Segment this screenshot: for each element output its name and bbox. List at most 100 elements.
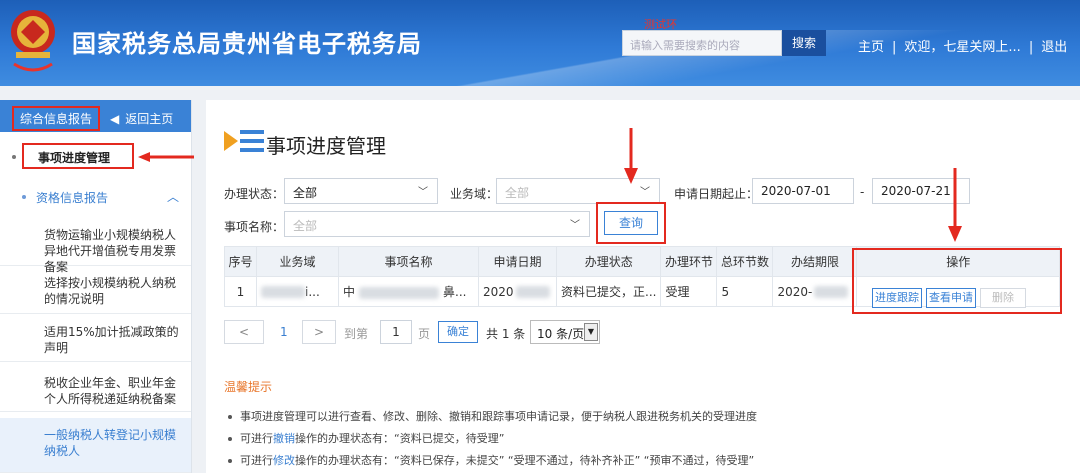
current-page-number[interactable]: 1 [280, 325, 288, 339]
chevron-up-icon: ︿ [166, 190, 179, 204]
item-name-select-value: 全部 [293, 219, 318, 233]
chevron-down-icon: ﹀ [570, 220, 580, 231]
tip-text: 事项进度管理可以进行查看、修改、删除、撤销和跟踪事项申请记录，便于纳税人跟进税务… [240, 410, 757, 423]
sidebar-item-annuity-deferral[interactable]: 税收企业年金、职业年金个人所得税递延纳税备案 [0, 368, 191, 412]
top-header: 国家税务总局贵州省电子税务局 测试环 请输入需要搜索的内容 搜索 主页 | 欢迎，七… [0, 0, 1080, 86]
redacted-text [814, 286, 849, 298]
chevron-down-icon: ﹀ [640, 187, 650, 198]
cell-name-tail: 鼻... [443, 285, 467, 299]
confirm-page-button[interactable]: 确定 [438, 321, 478, 343]
annotation-arrow-left-icon [138, 152, 194, 162]
tip-line: 可进行修改操作的办理状态有：“资料已保存，未提交” “受理不通过，待补齐补正” … [228, 452, 754, 468]
item-name-select[interactable]: 全部 ﹀ [284, 211, 590, 237]
status-select-value: 全部 [293, 186, 318, 200]
bullet-icon [228, 415, 232, 419]
tip-line: 可进行撤销操作的办理状态有：“资料已提交，待受理” [228, 430, 504, 446]
bullet-icon [22, 195, 26, 199]
sidebar-group-qualification[interactable]: 资格信息报告 ︿ [0, 184, 191, 208]
chevron-down-icon: ▼ [584, 323, 598, 341]
sidebar-item-small-scale-note[interactable]: 选择按小规模纳税人纳税的情况说明 [0, 270, 191, 314]
page-size-select[interactable]: 10 条/页 ▼ [530, 320, 600, 344]
goto-label: 到第 [344, 327, 369, 341]
query-highlight-box: 查询 [596, 202, 666, 244]
track-progress-button[interactable]: 进度跟踪 [872, 288, 922, 308]
col-header-step: 办理环节 [660, 246, 718, 277]
site-title: 国家税务总局贵州省电子税务局 [72, 30, 422, 58]
sidebar: 综合信息报告 ◀ 返回主页 事项进度管理 资格信息报告 ︿ 货物运输业小规模纳税人… [0, 100, 194, 473]
query-button[interactable]: 查询 [604, 211, 658, 235]
domain-select-value: 全部 [505, 186, 530, 200]
col-header-deadline: 办结期限 [772, 246, 858, 277]
tip-text-suffix: 操作的办理状态有：“资料已提交，待受理” [295, 432, 505, 445]
tab-back-home[interactable]: ◀ 返回主页 [110, 110, 173, 127]
delete-button[interactable]: 删除 [980, 288, 1026, 308]
nav-logout-link[interactable]: 退出 [1041, 40, 1067, 55]
redacted-text [515, 286, 550, 298]
sidebar-item-progress-management[interactable]: 事项进度管理 [12, 143, 134, 169]
page-title: 事项进度管理 [266, 134, 386, 158]
tab-back-home-label: 返回主页 [125, 112, 174, 126]
next-page-button[interactable]: > [302, 320, 336, 344]
nav-home-link[interactable]: 主页 [858, 40, 884, 55]
sidebar-item-15-percent-declaration[interactable]: 适用15%加计抵减政策的声明 [0, 318, 191, 362]
tip-text-prefix: 可进行 [240, 454, 273, 467]
search-input[interactable]: 请输入需要搜索的内容 [622, 30, 782, 56]
nav-divider: | [892, 40, 897, 55]
date-range-label: 申请日期起止： [674, 187, 759, 201]
col-header-domain: 业务域 [256, 246, 339, 277]
sidebar-item-label: 事项进度管理 [38, 151, 111, 165]
page-number-input[interactable]: 1 [380, 320, 412, 344]
cell-name: 中 鼻... [338, 276, 479, 307]
col-header-status: 办理状态 [555, 246, 662, 277]
date-separator: - [860, 185, 865, 199]
item-name-label: 事项名称： [224, 220, 285, 234]
page-size-value: 10 条/页 [537, 327, 585, 341]
cell-name-head: 中 [343, 285, 356, 299]
bullet-icon [12, 155, 16, 159]
cell-domain: i... [256, 276, 339, 307]
domain-filter-label: 业务域： [450, 187, 499, 201]
col-header-date: 申请日期 [478, 246, 557, 277]
top-nav: 主页 | 欢迎，七星关网上... | 退出 [858, 36, 1067, 55]
col-header-index: 序号 [224, 246, 257, 277]
sidebar-item-general-to-small[interactable]: 一般纳税人转登记小规模纳税人 [0, 418, 191, 473]
back-arrow-icon: ◀ [110, 112, 120, 126]
tip-text-prefix: 可进行 [240, 432, 273, 445]
chevron-down-icon: ﹀ [418, 187, 428, 198]
date-from-input[interactable]: 2020-07-01 [752, 178, 854, 204]
cell-step: 受理 [660, 276, 718, 307]
tip-text-suffix: 操作的办理状态有：“资料已保存，未提交” “受理不通过，待补齐补正” “预审不通… [295, 454, 755, 467]
tab-comprehensive-report[interactable]: 综合信息报告 [12, 106, 101, 131]
main-panel: 事项进度管理 办理状态： 全部 ﹀ 业务域： 全部 ﹀ 申请日期起止： 2020… [206, 100, 1080, 473]
bullet-icon [228, 459, 232, 463]
cell-date-head: 2020 [483, 284, 514, 299]
annotation-arrow-down-icon [948, 168, 962, 242]
status-select[interactable]: 全部 ﹀ [284, 178, 438, 204]
cell-total-steps: 5 [716, 276, 774, 307]
cell-date: 2020 [478, 276, 557, 307]
tip-revoke-link[interactable]: 撤销 [273, 432, 295, 445]
tip-modify-link[interactable]: 修改 [273, 454, 295, 467]
view-application-button[interactable]: 查看申请 [926, 288, 976, 308]
search-button[interactable]: 搜索 [782, 30, 826, 56]
sidebar-tabs: 综合信息报告 ◀ 返回主页 [0, 100, 191, 132]
sidebar-item-freight-invoice[interactable]: 货物运输业小规模纳税人异地代开增值税专用发票备案 [0, 222, 191, 274]
cell-index: 1 [224, 276, 257, 307]
sidebar-group-label: 资格信息报告 [36, 191, 109, 205]
prev-page-button[interactable]: < [224, 320, 264, 344]
col-header-name: 事项名称 [338, 246, 479, 277]
cell-deadline: 2020- [772, 276, 858, 307]
tip-line: 事项进度管理可以进行查看、修改、删除、撤销和跟踪事项申请记录，便于纳税人跟进税务… [228, 408, 757, 424]
page-unit-label: 页 [418, 327, 431, 341]
col-header-total-steps: 总环节数 [716, 246, 774, 277]
redacted-text [359, 286, 440, 299]
total-count: 共 1 条 [486, 327, 526, 341]
status-filter-label: 办理状态： [224, 187, 285, 201]
cell-domain-tail: i... [305, 284, 320, 299]
list-icon [224, 130, 264, 152]
actions-highlight-box: 进度跟踪 查看申请 删除 [852, 248, 1062, 314]
nav-welcome-user[interactable]: 欢迎，七星关网上... [904, 40, 1020, 55]
cell-status: 资料已提交，正... [555, 276, 662, 307]
tips-title: 温馨提示 [224, 380, 273, 394]
annotation-arrow-down-icon [624, 128, 638, 184]
